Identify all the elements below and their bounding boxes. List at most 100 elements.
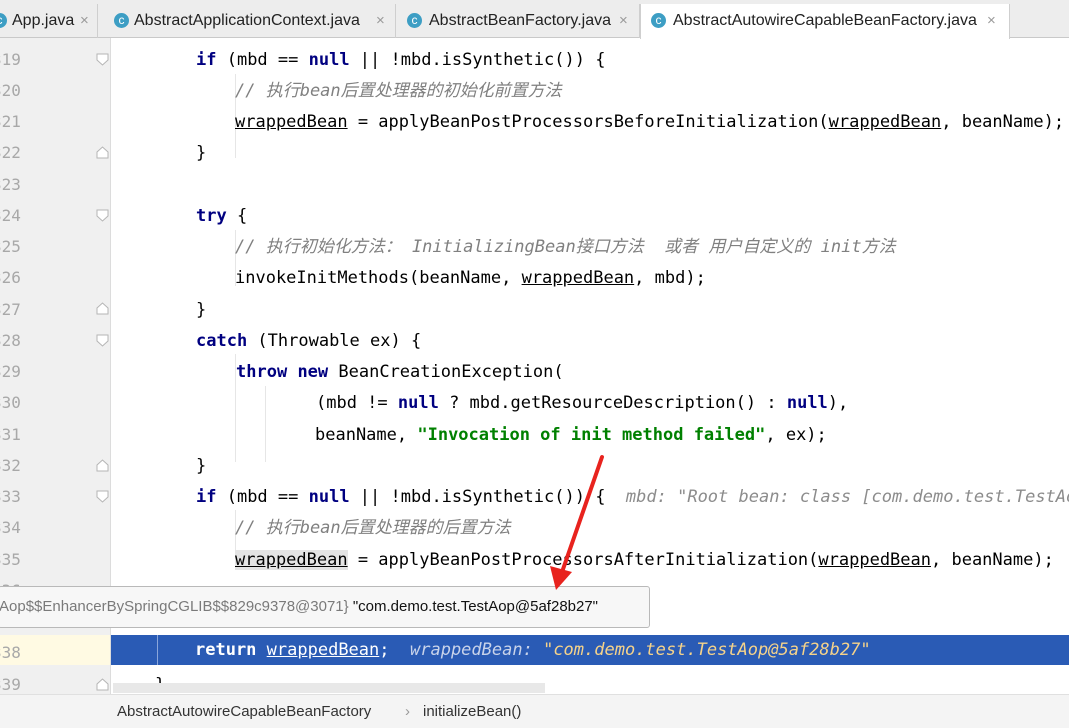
tab-app-java[interactable]: App.java × — [0, 4, 98, 38]
code-line-325: // 执行初始化方法： InitializingBean接口方法 或者 用户自定… — [235, 232, 896, 262]
code-text: , mbd); — [634, 268, 706, 288]
line-number: 319 — [0, 50, 21, 69]
breadcrumb-class[interactable]: AbstractAutowireCapableBeanFactory — [117, 695, 371, 728]
debug-value-tooltip[interactable]: Aop$$EnhancerBySpringCGLIB$$829c9378@307… — [0, 586, 650, 628]
fold-open-icon[interactable] — [96, 53, 109, 66]
keyword: null — [308, 50, 350, 70]
fold-close-icon[interactable] — [96, 146, 109, 159]
code-text: , ex); — [765, 425, 827, 445]
line-number: 333 — [0, 487, 21, 506]
code-comment: // 执行bean后置处理器的后置方法 — [235, 518, 511, 538]
code-text: || !mbd.isSynthetic()) { — [349, 50, 606, 70]
variable: wrappedBean — [521, 268, 635, 288]
tab-abstract-bean-factory[interactable]: AbstractBeanFactory.java × — [397, 4, 640, 38]
keyword: throw — [236, 362, 288, 382]
code-text: (mbd != — [316, 393, 398, 413]
variable: wrappedBean — [828, 112, 942, 132]
line-number: 321 — [0, 112, 21, 131]
fold-close-icon[interactable] — [96, 302, 109, 315]
close-icon[interactable]: × — [619, 4, 628, 38]
code-text: ? mbd.getResourceDescription() : — [438, 393, 787, 413]
code-text: { — [226, 206, 248, 226]
tooltip-type: Aop$$EnhancerBySpringCGLIB$$829c9378@307… — [0, 598, 349, 615]
code-text: (mbd == — [216, 50, 309, 70]
close-icon[interactable]: × — [376, 4, 385, 38]
code-line-322: } — [196, 138, 206, 168]
code-text: || !mbd.isSynthetic()) { — [349, 487, 606, 507]
tab-abstract-application-context[interactable]: AbstractApplicationContext.java × — [104, 4, 396, 38]
fold-open-icon[interactable] — [96, 209, 109, 222]
code-text: } — [196, 456, 207, 476]
line-number: 322 — [0, 143, 21, 162]
fold-open-icon[interactable] — [96, 490, 109, 503]
code-line-329: throw new BeanCreationException( — [236, 357, 564, 387]
tab-label: AbstractAutowireCapableBeanFactory.java — [673, 12, 977, 29]
inline-debug-hint: mbd: "Root bean: class [com.demo.test.Te… — [625, 487, 1069, 507]
code-line-320: // 执行bean后置处理器的初始化前置方法 — [235, 76, 562, 106]
java-class-icon — [114, 4, 129, 37]
keyword: null — [786, 393, 828, 413]
code-text: = applyBeanPostProcessorsBeforeInitializ… — [347, 112, 829, 132]
keyword: new — [297, 362, 329, 382]
line-number: 338 — [0, 643, 21, 662]
line-number: 328 — [0, 331, 21, 350]
horizontal-scrollbar[interactable] — [113, 683, 545, 693]
code-line-335: wrappedBean = applyBeanPostProcessorsAft… — [235, 545, 1069, 575]
tab-abstract-autowire-capable-bean-factory[interactable]: AbstractAutowireCapableBeanFactory.java … — [640, 4, 1010, 39]
line-number: 325 — [0, 237, 21, 256]
line-number: 330 — [0, 393, 21, 412]
close-icon[interactable]: × — [80, 4, 89, 38]
code-text: , beanName); — [941, 112, 1065, 132]
java-class-icon — [0, 4, 7, 37]
line-number: 332 — [0, 456, 21, 475]
code-comment: // 执行初始化方法： InitializingBean接口方法 或者 用户自定… — [235, 237, 896, 257]
code-line-330: (mbd != null ? mbd.getResourceDescriptio… — [316, 388, 848, 418]
line-number: 320 — [0, 81, 21, 100]
code-line-332: } — [196, 451, 206, 481]
code-comment: // 执行bean后置处理器的初始化前置方法 — [235, 81, 562, 101]
indent-guide — [265, 386, 266, 462]
keyword: null — [308, 487, 350, 507]
code-line-328: catch (Throwable ex) { — [196, 326, 421, 356]
editor-tab-bar: App.java × AbstractApplicationContext.ja… — [0, 0, 1069, 39]
code-text: (Throwable ex) { — [247, 331, 422, 351]
fold-open-icon[interactable] — [96, 334, 109, 347]
code-line-326: invokeInitMethods(beanName, wrappedBean,… — [235, 263, 706, 293]
code-text: } — [196, 143, 207, 163]
code-text: ), — [827, 393, 849, 413]
java-class-icon — [651, 4, 666, 37]
line-number: 326 — [0, 268, 21, 287]
code-text: BeanCreationException( — [328, 362, 564, 382]
variable-highlighted[interactable]: wrappedBean — [235, 550, 348, 570]
java-class-icon — [407, 4, 422, 37]
close-icon[interactable]: × — [987, 4, 996, 38]
code-text: , beanName); — [931, 550, 1054, 570]
code-line-327: } — [196, 295, 206, 325]
keyword: if — [196, 50, 217, 70]
code-line-334: // 执行bean后置处理器的后置方法 — [235, 513, 511, 543]
code-line-333: if (mbd == null || !mbd.isSynthetic()) {… — [196, 482, 1069, 512]
line-number: 339 — [0, 675, 21, 694]
tooltip-value: "com.demo.test.TestAop@5af28b27" — [352, 598, 599, 615]
code-line-321: wrappedBean = applyBeanPostProcessorsBef… — [235, 107, 1064, 137]
variable: wrappedBean — [235, 112, 348, 132]
fold-close-icon[interactable] — [96, 678, 109, 691]
code-text: invokeInitMethods(beanName, — [235, 268, 522, 288]
line-number: 331 — [0, 425, 21, 444]
line-number: 327 — [0, 300, 21, 319]
tab-label: AbstractApplicationContext.java — [134, 12, 360, 29]
keyword: null — [397, 393, 439, 413]
code-text: beanName, — [315, 425, 418, 445]
variable: wrappedBean — [818, 550, 931, 570]
line-number: 334 — [0, 518, 21, 537]
code-line-319: if (mbd == null || !mbd.isSynthetic()) { — [196, 45, 605, 75]
string-literal: "Invocation of init method failed" — [417, 425, 766, 445]
breadcrumb: AbstractAutowireCapableBeanFactory › ini… — [0, 694, 1069, 728]
keyword: if — [196, 487, 217, 507]
code-text: = applyBeanPostProcessorsAfterInitializa… — [347, 550, 819, 570]
breadcrumb-method[interactable]: initializeBean() — [423, 695, 521, 728]
fold-close-icon[interactable] — [96, 459, 109, 472]
line-number: 324 — [0, 206, 21, 225]
code-text: } — [196, 300, 207, 320]
code-line-331: beanName, "Invocation of init method fai… — [315, 420, 827, 450]
